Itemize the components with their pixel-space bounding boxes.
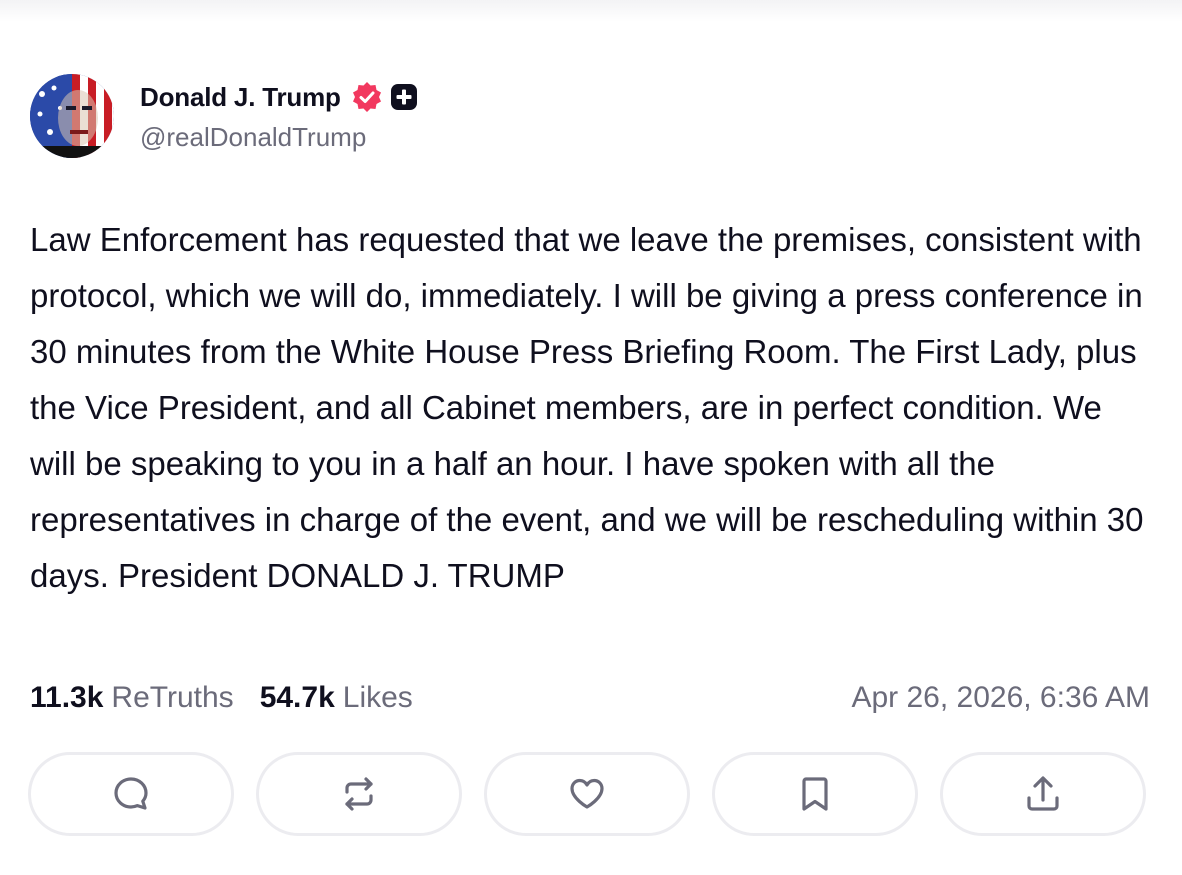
post-header: Donald J. Trump @realDonaldTrump xyxy=(30,74,418,158)
top-bar xyxy=(0,0,1182,22)
share-icon xyxy=(1027,776,1059,811)
post-stats: 11.3k ReTruths 54.7k Likes Apr 26, 2026,… xyxy=(30,676,1150,720)
share-button[interactable] xyxy=(940,752,1146,836)
bookmark-icon xyxy=(802,777,828,811)
avatar-image xyxy=(30,74,114,158)
verified-badge-icon xyxy=(351,81,383,113)
retruths-count: 11.3k xyxy=(30,681,104,714)
handle[interactable]: @realDonaldTrump xyxy=(140,122,418,153)
comment-icon xyxy=(114,777,148,810)
heart-icon xyxy=(570,778,604,809)
display-name[interactable]: Donald J. Trump xyxy=(140,82,341,113)
retruths-stat[interactable]: 11.3k ReTruths xyxy=(30,681,234,715)
retruth-button[interactable] xyxy=(256,752,462,836)
plus-badge-icon xyxy=(390,83,418,111)
bookmark-button[interactable] xyxy=(712,752,918,836)
repost-icon xyxy=(345,777,373,811)
likes-count: 54.7k xyxy=(259,681,335,714)
reply-button[interactable] xyxy=(28,752,234,836)
post-timestamp: Apr 26, 2026, 6:36 AM xyxy=(851,681,1150,714)
action-bar xyxy=(28,752,1146,836)
likes-stat[interactable]: 54.7k Likes xyxy=(260,681,413,715)
avatar[interactable] xyxy=(30,74,114,158)
post-text: Law Enforcement has requested that we le… xyxy=(30,221,1144,594)
author-info: Donald J. Trump @realDonaldTrump xyxy=(140,80,418,153)
like-button[interactable] xyxy=(484,752,690,836)
likes-label: Likes xyxy=(342,681,413,714)
retruths-label: ReTruths xyxy=(111,681,234,714)
name-row: Donald J. Trump xyxy=(140,80,418,114)
